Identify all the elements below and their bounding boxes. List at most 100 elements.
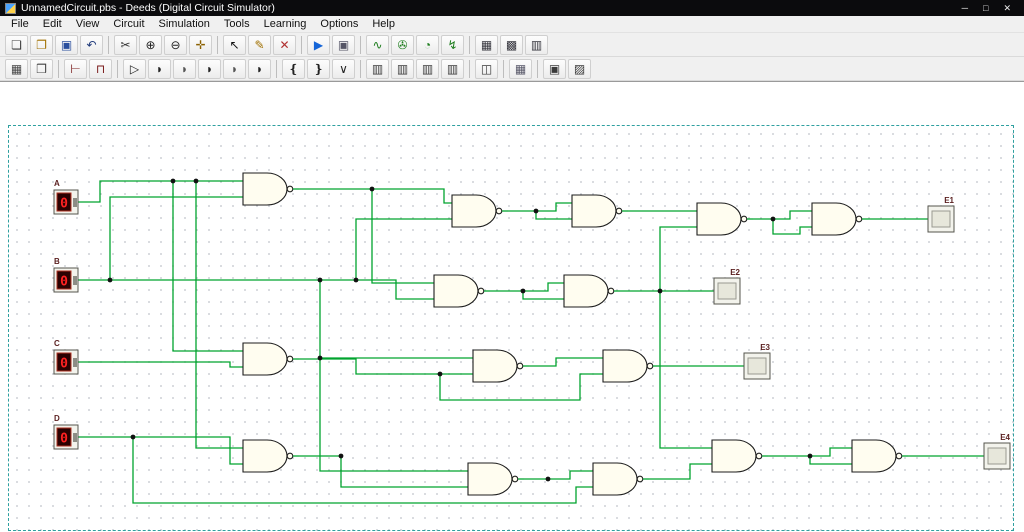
wire[interactable] — [196, 181, 243, 448]
menu-view[interactable]: View — [69, 17, 107, 31]
nand-gate[interactable] — [564, 275, 620, 307]
toolbar-button-zoom-out[interactable]: ⊖ — [164, 35, 187, 55]
wire[interactable] — [490, 283, 564, 291]
wire[interactable] — [649, 464, 712, 479]
nand-gate[interactable] — [452, 195, 508, 227]
wire[interactable] — [660, 227, 697, 291]
nand-gate[interactable] — [593, 463, 649, 495]
menu-options[interactable]: Options — [313, 17, 365, 31]
switch-lever-icon[interactable] — [73, 358, 77, 367]
wire[interactable] — [299, 189, 452, 203]
toolbar-button-gate-and[interactable]: ◗ — [148, 59, 171, 79]
toolbar-button-new-file[interactable]: ❏ — [5, 35, 28, 55]
input-switch-D[interactable]: D0 — [54, 414, 78, 449]
toolbar-button-zoom-in[interactable]: ⊕ — [139, 35, 162, 55]
switch-lever-icon[interactable] — [73, 276, 77, 285]
menu-circuit[interactable]: Circuit — [106, 17, 151, 31]
wire[interactable] — [660, 291, 712, 448]
menu-simulation[interactable]: Simulation — [152, 17, 217, 31]
wire[interactable] — [356, 219, 452, 280]
nand-gate[interactable] — [712, 440, 768, 472]
wire[interactable] — [133, 437, 593, 503]
menu-help[interactable]: Help — [365, 17, 402, 31]
maximize-button[interactable]: □ — [983, 3, 988, 14]
wire[interactable] — [372, 189, 434, 283]
nand-gate[interactable] — [603, 350, 659, 382]
toolbar-button-select-pointer[interactable]: ↖ — [223, 35, 246, 55]
toolbar-button-animation[interactable]: ✇ — [391, 35, 414, 55]
wire[interactable] — [78, 181, 243, 202]
switch-lever-icon[interactable] — [73, 433, 77, 442]
nand-gate[interactable] — [697, 203, 753, 235]
switch-lever-icon[interactable] — [73, 198, 77, 207]
toolbar-button-undo[interactable]: ↶ — [80, 35, 103, 55]
minimize-button[interactable]: ─ — [962, 3, 968, 14]
toolbar-button-connector-left[interactable]: ❴ — [282, 59, 305, 79]
menu-tools[interactable]: Tools — [217, 17, 257, 31]
toolbar-button-probe[interactable]: ↯ — [441, 35, 464, 55]
wire[interactable] — [78, 362, 243, 367]
wire[interactable] — [78, 437, 243, 464]
menu-file[interactable]: File — [4, 17, 36, 31]
toolbar-button-chip-register[interactable]: ▥ — [416, 59, 439, 79]
wire[interactable] — [508, 203, 572, 211]
toolbar-button-clock-settings[interactable]: ◔ — [416, 35, 439, 55]
toolbar-button-open-file[interactable]: ❐ — [30, 35, 53, 55]
toolbar-button-cut[interactable]: ✂ — [114, 35, 137, 55]
menu-learning[interactable]: Learning — [257, 17, 314, 31]
toolbar-button-pan[interactable]: ✛ — [189, 35, 212, 55]
toolbar-button-board-tools[interactable]: ▣ — [543, 59, 566, 79]
output-display-E2[interactable]: E2 — [714, 268, 741, 304]
toolbar-button-bus-connector[interactable]: ∨ — [332, 59, 355, 79]
toolbar-button-display-component[interactable]: ◫ — [475, 59, 498, 79]
toolbar-button-rom-editor[interactable]: ▦ — [475, 35, 498, 55]
nand-gate[interactable] — [468, 463, 524, 495]
input-switch-C[interactable]: C0 — [54, 339, 78, 374]
input-switch-A[interactable]: A0 — [54, 179, 78, 214]
toolbar-button-gate-not[interactable]: ▷ — [123, 59, 146, 79]
wire[interactable] — [110, 197, 243, 280]
toolbar-button-gate-nor[interactable]: ◗ — [223, 59, 246, 79]
wire[interactable] — [773, 219, 812, 234]
toolbar-button-input-switch[interactable]: ⊢ — [64, 59, 87, 79]
toolbar-button-subcircuit[interactable]: ❒ — [30, 59, 53, 79]
wire[interactable] — [529, 358, 603, 366]
toolbar-button-gate-nand[interactable]: ◗ — [198, 59, 221, 79]
wire[interactable] — [536, 211, 572, 219]
toolbar-button-grid-toggle[interactable]: ▦ — [509, 59, 532, 79]
toolbar-button-save-file[interactable]: ▣ — [55, 35, 78, 55]
nand-gate[interactable] — [243, 440, 299, 472]
toolbar-button-clock-generator[interactable]: ⊓ — [89, 59, 112, 79]
toolbar-button-circuit-board[interactable]: ▩ — [500, 35, 523, 55]
toolbar-button-erase[interactable]: ✕ — [273, 35, 296, 55]
nand-gate[interactable] — [243, 343, 299, 375]
wire[interactable] — [299, 359, 473, 374]
output-display-E1[interactable]: E1 — [928, 196, 955, 232]
wire[interactable] — [173, 181, 243, 351]
toolbar-button-draw-wire[interactable]: ✎ — [248, 35, 271, 55]
nand-gate[interactable] — [572, 195, 628, 227]
toolbar-button-gate-or[interactable]: ◗ — [173, 59, 196, 79]
toolbar-button-chip-mux[interactable]: ▥ — [441, 59, 464, 79]
menu-edit[interactable]: Edit — [36, 17, 69, 31]
toolbar-button-pause-simulation[interactable]: ▣ — [332, 35, 355, 55]
wire[interactable] — [440, 374, 603, 400]
toolbar-button-timing-diagram[interactable]: ∿ — [366, 35, 389, 55]
toolbar-button-run-simulation[interactable]: ▶ — [307, 35, 330, 55]
toolbar-button-gate-xor[interactable]: ◗ — [248, 59, 271, 79]
input-switch-B[interactable]: B0 — [54, 257, 78, 292]
wire[interactable] — [524, 471, 593, 479]
toolbar-button-connector-right[interactable]: ❵ — [307, 59, 330, 79]
nand-gate[interactable] — [243, 173, 299, 205]
nand-gate[interactable] — [434, 275, 490, 307]
nand-gate[interactable] — [812, 203, 868, 235]
output-display-E3[interactable]: E3 — [744, 343, 771, 379]
toolbar-button-chip-flipflop[interactable]: ▥ — [366, 59, 389, 79]
wire[interactable] — [523, 291, 564, 299]
output-display-E4[interactable]: E4 — [984, 433, 1011, 469]
nand-gate[interactable] — [473, 350, 529, 382]
toolbar-button-device-viewer[interactable]: ▥ — [525, 35, 548, 55]
toolbar-button-export-board[interactable]: ▨ — [568, 59, 591, 79]
close-button[interactable]: ✕ — [1003, 3, 1011, 14]
toolbar-button-ic-library[interactable]: ▦ — [5, 59, 28, 79]
